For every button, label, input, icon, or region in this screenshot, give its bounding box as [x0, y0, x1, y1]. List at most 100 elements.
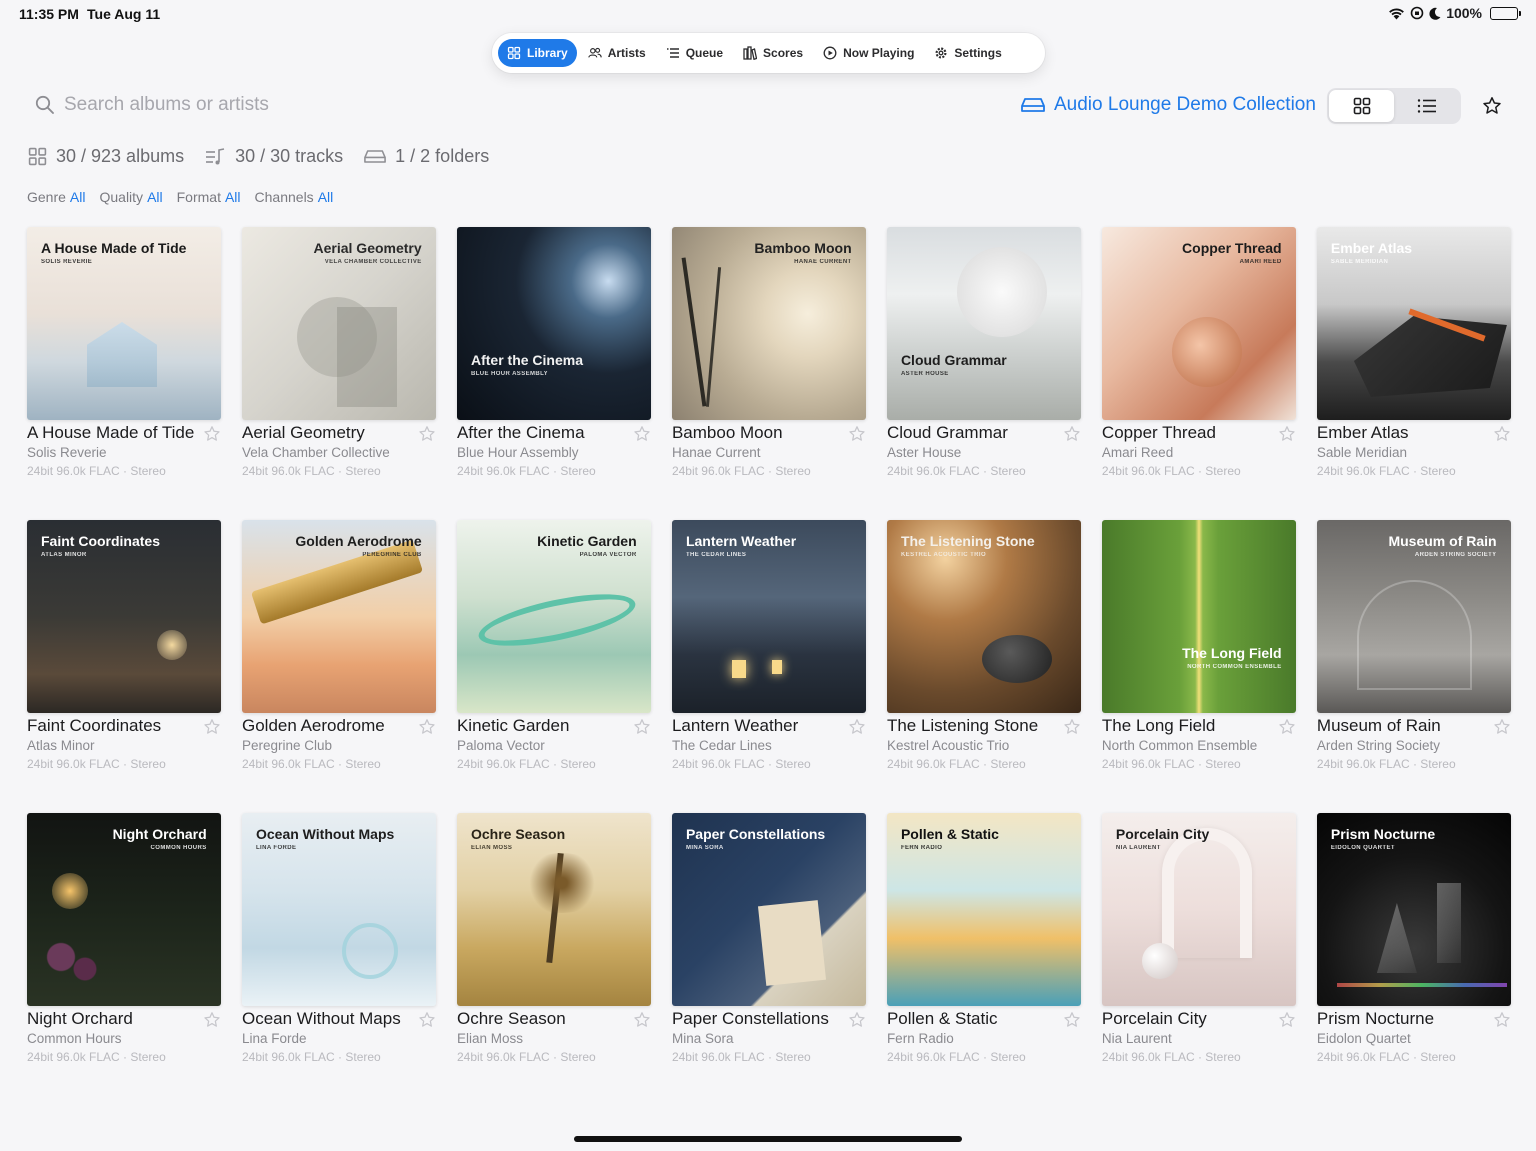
- album-format: 24bit 96.0k FLAC · Stereo: [671, 1050, 811, 1064]
- album-card[interactable]: Faint Coordinates ATLAS MINOR Faint Coor…: [27, 520, 221, 771]
- album-cover[interactable]: Aerial Geometry VELA CHAMBER COLLECTIVE: [241, 227, 436, 420]
- album-card[interactable]: Cloud Grammar ASTER HOUSE Cloud Grammar …: [886, 227, 1081, 478]
- album-cover[interactable]: Kinetic Garden PALOMA VECTOR: [456, 520, 651, 713]
- star-icon: [1483, 97, 1501, 114]
- album-cover[interactable]: Paper Constellations MINA SORA: [671, 813, 866, 1006]
- cover-artwork: [1356, 580, 1472, 690]
- album-card[interactable]: The Listening Stone KESTREL ACOUSTIC TRI…: [886, 520, 1081, 771]
- album-cover[interactable]: Museum of Rain ARDEN STRING SOCIETY: [1316, 520, 1511, 713]
- album-cover[interactable]: Night Orchard COMMON HOURS: [27, 813, 221, 1006]
- star-icon[interactable]: [418, 1011, 436, 1029]
- star-icon[interactable]: [203, 1011, 221, 1029]
- star-icon[interactable]: [203, 425, 221, 443]
- album-cover[interactable]: Ocean Without Maps LINA FORDE: [241, 813, 436, 1006]
- star-icon[interactable]: [1493, 425, 1511, 443]
- star-icon[interactable]: [203, 718, 221, 736]
- album-title: Museum of Rain: [1316, 716, 1441, 735]
- filter-quality[interactable]: Quality All: [99, 189, 162, 205]
- star-icon[interactable]: [633, 718, 651, 736]
- star-icon[interactable]: [1493, 1011, 1511, 1029]
- filter-genre[interactable]: Genre All: [27, 189, 85, 205]
- album-cover[interactable]: Copper Thread AMARI REED: [1101, 227, 1296, 420]
- album-cover[interactable]: Golden Aerodrome PEREGRINE CLUB: [241, 520, 436, 713]
- home-indicator[interactable]: [574, 1136, 962, 1142]
- album-cover[interactable]: Pollen & Static FERN RADIO: [886, 813, 1081, 1006]
- filter-channels[interactable]: Channels All: [255, 189, 334, 205]
- album-artist: Blue Hour Assembly: [456, 445, 579, 460]
- star-icon[interactable]: [848, 425, 866, 443]
- star-icon[interactable]: [1278, 1011, 1296, 1029]
- album-cover[interactable]: Faint Coordinates ATLAS MINOR: [27, 520, 221, 713]
- tab-settings[interactable]: Settings: [925, 39, 1010, 67]
- album-card[interactable]: Paper Constellations MINA SORA Paper Con…: [671, 813, 866, 1064]
- filter-format[interactable]: Format All: [177, 189, 241, 205]
- star-icon[interactable]: [1063, 425, 1081, 443]
- tab-queue[interactable]: Queue: [657, 39, 732, 67]
- star-icon[interactable]: [633, 425, 651, 443]
- cover-artist: SABLE MERIDIAN: [1330, 259, 1389, 266]
- tab-scores[interactable]: Scores: [734, 39, 812, 67]
- star-icon[interactable]: [418, 425, 436, 443]
- album-card[interactable]: Copper Thread AMARI REED Copper Thread A…: [1101, 227, 1296, 478]
- album-artist: Eidolon Quartet: [1316, 1031, 1411, 1046]
- star-icon[interactable]: [1278, 425, 1296, 443]
- cover-title: The Listening Stone: [900, 533, 1035, 549]
- filter-label: Genre: [27, 189, 66, 205]
- search-input[interactable]: [64, 94, 384, 116]
- album-cover[interactable]: After the Cinema BLUE HOUR ASSEMBLY: [456, 227, 651, 420]
- album-card[interactable]: Museum of Rain ARDEN STRING SOCIETY Muse…: [1316, 520, 1511, 771]
- cover-artwork: [1376, 903, 1417, 973]
- tab-label: Scores: [763, 46, 804, 60]
- album-card[interactable]: Prism Nocturne EIDOLON QUARTET Prism Noc…: [1316, 813, 1511, 1064]
- album-cover[interactable]: Ember Atlas SABLE MERIDIAN: [1316, 227, 1511, 420]
- album-cover[interactable]: Lantern Weather THE CEDAR LINES: [671, 520, 866, 713]
- collection-selector[interactable]: Audio Lounge Demo Collection: [1021, 94, 1316, 116]
- cover-artwork: [516, 853, 607, 913]
- favorites-filter-button[interactable]: [1481, 95, 1503, 117]
- album-card[interactable]: Kinetic Garden PALOMA VECTOR Kinetic Gar…: [456, 520, 651, 771]
- album-format: 24bit 96.0k FLAC · Stereo: [241, 1050, 381, 1064]
- star-icon[interactable]: [633, 1011, 651, 1029]
- album-card[interactable]: Ember Atlas SABLE MERIDIAN Ember Atlas S…: [1316, 227, 1511, 478]
- album-card[interactable]: A House Made of Tide SOLIS REVERIE A Hou…: [27, 227, 221, 478]
- album-card[interactable]: After the Cinema BLUE HOUR ASSEMBLY Afte…: [456, 227, 651, 478]
- star-icon[interactable]: [1063, 1011, 1081, 1029]
- list-view-button[interactable]: [1394, 90, 1459, 122]
- star-icon[interactable]: [1063, 718, 1081, 736]
- album-card[interactable]: Night Orchard COMMON HOURS Night Orchard…: [27, 813, 221, 1064]
- album-card[interactable]: Ocean Without Maps LINA FORDE Ocean With…: [241, 813, 436, 1064]
- album-card[interactable]: Bamboo Moon HANAE CURRENT Bamboo Moon Ha…: [671, 227, 866, 478]
- star-icon[interactable]: [848, 1011, 866, 1029]
- grid-icon: [507, 46, 521, 60]
- album-cover[interactable]: Ochre Season ELIAN MOSS: [456, 813, 651, 1006]
- tab-library[interactable]: Library: [498, 39, 577, 67]
- album-card[interactable]: Golden Aerodrome PEREGRINE CLUB Golden A…: [241, 520, 436, 771]
- album-cover[interactable]: Porcelain City NIA LAURENT: [1101, 813, 1296, 1006]
- album-card[interactable]: Aerial Geometry VELA CHAMBER COLLECTIVE …: [241, 227, 436, 478]
- album-card[interactable]: The Long Field NORTH COMMON ENSEMBLE The…: [1101, 520, 1296, 771]
- wifi-icon: [1389, 7, 1405, 19]
- star-icon[interactable]: [848, 718, 866, 736]
- star-icon[interactable]: [1278, 718, 1296, 736]
- album-card[interactable]: Lantern Weather THE CEDAR LINES Lantern …: [671, 520, 866, 771]
- album-card[interactable]: Porcelain City NIA LAURENT Porcelain Cit…: [1101, 813, 1296, 1064]
- album-cover[interactable]: Bamboo Moon HANAE CURRENT: [671, 227, 866, 420]
- cover-artist: THE CEDAR LINES: [685, 552, 747, 559]
- album-cover[interactable]: A House Made of Tide SOLIS REVERIE: [27, 227, 221, 420]
- star-icon[interactable]: [418, 718, 436, 736]
- cover-title: Museum of Rain: [1388, 533, 1497, 549]
- album-cover[interactable]: Prism Nocturne EIDOLON QUARTET: [1316, 813, 1511, 1006]
- album-cover[interactable]: The Long Field NORTH COMMON ENSEMBLE: [1101, 520, 1296, 713]
- tab-artists[interactable]: Artists: [579, 39, 655, 67]
- grid-view-button[interactable]: [1329, 90, 1394, 122]
- album-format: 24bit 96.0k FLAC · Stereo: [27, 757, 166, 771]
- star-icon[interactable]: [1493, 718, 1511, 736]
- album-cover[interactable]: The Listening Stone KESTREL ACOUSTIC TRI…: [886, 520, 1081, 713]
- album-card[interactable]: Ochre Season ELIAN MOSS Ochre Season Eli…: [456, 813, 651, 1064]
- cover-artist: SOLIS REVERIE: [41, 259, 93, 266]
- album-card[interactable]: Pollen & Static FERN RADIO Pollen & Stat…: [886, 813, 1081, 1064]
- tab-now-playing[interactable]: Now Playing: [814, 39, 923, 67]
- cover-artist: ASTER HOUSE: [900, 371, 949, 378]
- album-title: Bamboo Moon: [671, 423, 783, 442]
- album-cover[interactable]: Cloud Grammar ASTER HOUSE: [886, 227, 1081, 420]
